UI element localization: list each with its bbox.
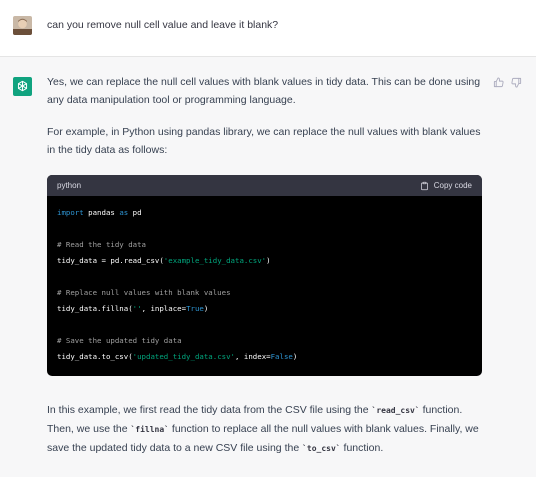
text-line: For example, in Python using pandas libr… [47, 126, 481, 138]
code-token: , inplace= [141, 304, 187, 313]
text-line: Yes, we can replace the null cell values… [47, 76, 481, 88]
inline-code: `to_csv` [302, 444, 341, 453]
code-line: tidy_data.fillna('', inplace=True) [57, 301, 472, 317]
thumbs-up-icon[interactable] [493, 77, 504, 88]
code-block-header: python Copy code [47, 175, 482, 196]
assistant-paragraph-example: For example, in Python using pandas libr… [47, 123, 487, 159]
code-boolean: False [270, 352, 293, 361]
text-line: in the tidy data as follows: [47, 144, 168, 156]
code-keyword: import [57, 208, 84, 217]
text-segment: In this example, we first read the tidy … [47, 404, 372, 416]
user-message-text: can you remove null cell value and leave… [47, 19, 279, 31]
text-segment: function. [340, 442, 384, 454]
code-token: tidy_data = pd.read_csv( [57, 256, 164, 265]
copy-code-button[interactable]: Copy code [420, 181, 472, 191]
text-line: In this example, we first read the tidy … [47, 401, 487, 420]
text-line: save the updated tidy data to a new CSV … [47, 439, 487, 458]
text-line: Then, we use the `fillna` function to re… [47, 420, 487, 439]
feedback-buttons [493, 77, 522, 88]
inline-code: `read_csv` [371, 406, 420, 415]
code-token: , index= [235, 352, 271, 361]
code-block: python Copy code import pandas as pd # R… [47, 175, 482, 376]
assistant-paragraph-intro: Yes, we can replace the null cell values… [47, 73, 487, 109]
clipboard-icon [420, 181, 429, 191]
code-keyword: as [119, 208, 129, 217]
text-segment: function. [419, 404, 463, 416]
code-token: ) [203, 304, 209, 313]
code-string: 'example_tidy_data.csv' [163, 256, 267, 265]
code-string: '' [132, 304, 142, 313]
text-line: any data manipulation tool or programmin… [47, 94, 296, 106]
code-boolean: True [186, 304, 204, 313]
code-comment: # Replace null values with blank values [57, 288, 231, 297]
text-segment: save the updated tidy data to a new CSV … [47, 442, 303, 454]
text-segment: Then, we use the [47, 423, 131, 435]
openai-logo-icon [13, 77, 32, 96]
text-segment: function to replace all the null values … [169, 423, 479, 435]
code-token: pandas [83, 208, 120, 217]
code-line: tidy_data = pd.read_csv('example_tidy_da… [57, 253, 472, 269]
thumbs-down-icon[interactable] [511, 77, 522, 88]
code-comment: # Read the tidy data [57, 240, 146, 249]
code-token: ) [292, 352, 298, 361]
code-token: ) [266, 256, 271, 265]
inline-code: `fillna` [130, 425, 169, 434]
code-line: import pandas as pd [57, 205, 472, 221]
copy-code-label: Copy code [433, 181, 472, 190]
user-message-row: can you remove null cell value and leave… [0, 0, 536, 57]
code-token: tidy_data.to_csv( [57, 352, 133, 361]
assistant-paragraph-explanation: In this example, we first read the tidy … [47, 401, 487, 458]
code-line: tidy_data.to_csv('updated_tidy_data.csv'… [57, 349, 472, 365]
code-language-label: python [57, 181, 82, 190]
assistant-message-row: Yes, we can replace the null cell values… [0, 57, 536, 477]
user-avatar [13, 16, 32, 35]
code-content: import pandas as pd # Read the tidy data… [47, 196, 482, 374]
code-token: tidy_data.fillna( [57, 304, 133, 313]
code-comment: # Save the updated tidy data [57, 336, 182, 345]
code-string: 'updated_tidy_data.csv' [132, 352, 235, 361]
code-token: pd [128, 208, 142, 217]
